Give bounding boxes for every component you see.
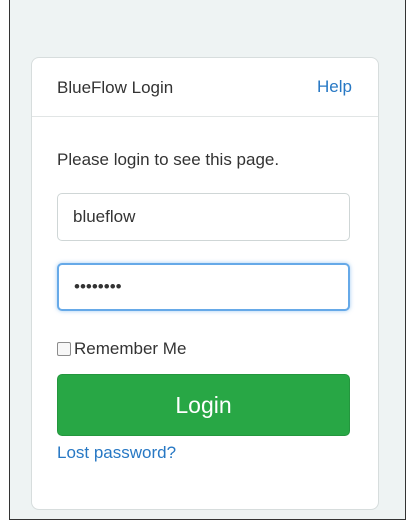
password-input[interactable]	[57, 263, 350, 311]
login-title: BlueFlow Login	[57, 78, 174, 97]
login-button[interactable]: Login	[57, 374, 350, 436]
page-frame: BlueFlow Login Help Please login to see …	[9, 0, 406, 520]
remember-me-checkbox[interactable]	[57, 342, 71, 356]
lost-password-link[interactable]: Lost password?	[57, 443, 176, 463]
remember-me-label: Remember Me	[74, 339, 187, 358]
username-input[interactable]	[57, 193, 350, 241]
help-link[interactable]: Help	[317, 77, 352, 97]
remember-me[interactable]: Remember Me	[57, 339, 186, 359]
login-card: BlueFlow Login Help Please login to see …	[31, 57, 379, 510]
login-instructions: Please login to see this page.	[57, 150, 280, 169]
login-card-header: BlueFlow Login Help	[32, 58, 378, 117]
